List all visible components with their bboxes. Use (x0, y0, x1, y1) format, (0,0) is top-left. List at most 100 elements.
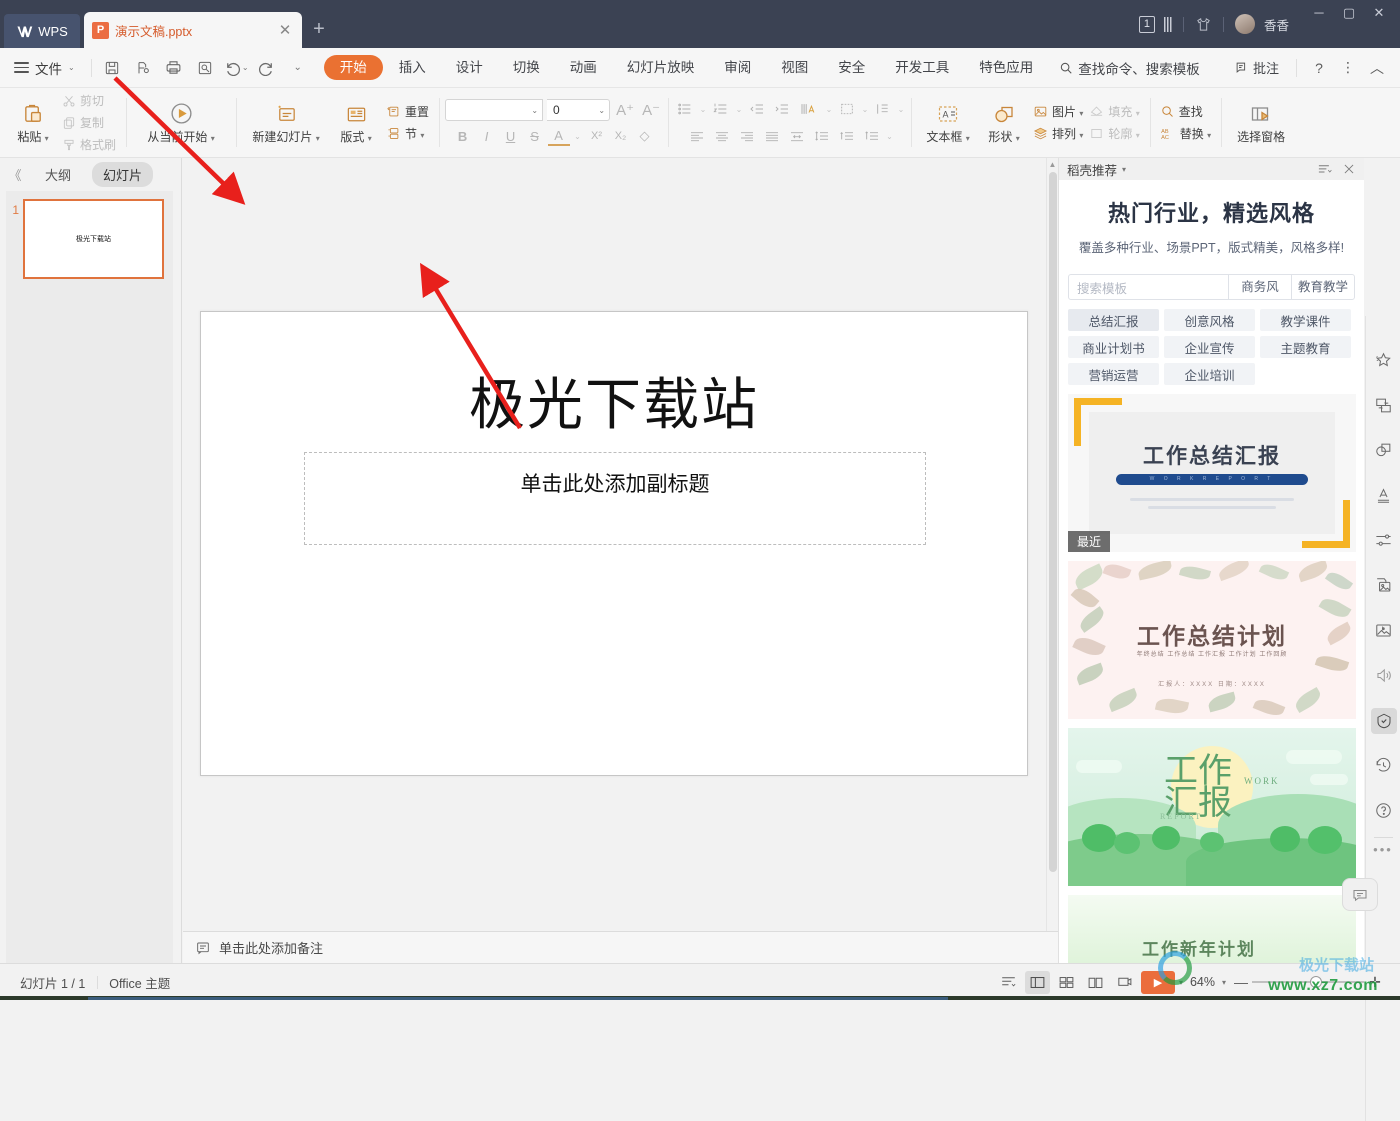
zoom-options-caret[interactable]: ▾ (1222, 978, 1226, 987)
slide-subtitle-placeholder[interactable]: 单击此处添加副标题 (304, 452, 926, 545)
help-circle-icon[interactable] (1366, 788, 1400, 833)
skin-button[interactable] (1186, 12, 1221, 36)
numbered-list-button[interactable] (709, 98, 733, 120)
tag-creative-style[interactable]: 创意风格 (1164, 309, 1255, 331)
picture-button[interactable]: 图片 ▾ (1030, 102, 1086, 121)
shape-button[interactable]: 形状 ▾ (978, 92, 1030, 154)
grow-font-button[interactable]: A⁺ (614, 100, 636, 120)
decrease-indent-button[interactable] (745, 98, 769, 120)
text-direction-button[interactable] (795, 98, 823, 120)
selection-pane-button[interactable]: 选择窗格 (1228, 92, 1294, 154)
copy-button[interactable]: 复制 (59, 113, 119, 132)
comment-button[interactable]: 批注 (1226, 58, 1287, 77)
presenter-view-button[interactable] (1112, 971, 1137, 994)
chat-support-button[interactable] (1342, 878, 1378, 911)
strikethrough-button[interactable]: S (524, 126, 546, 146)
close-window-button[interactable]: ✕ (1364, 0, 1394, 26)
italic-button[interactable]: I (476, 126, 498, 146)
convert-smartart-button[interactable] (871, 98, 895, 120)
cut-button[interactable]: 剪切 (59, 91, 119, 110)
list-options-icon[interactable] (1317, 163, 1332, 176)
text-box-button[interactable]: A 文本框 ▾ (918, 92, 978, 154)
distribute-button[interactable] (785, 125, 809, 147)
zoom-slider[interactable]: — ✛ (1230, 974, 1386, 991)
help-icon[interactable]: ? (1306, 55, 1332, 81)
slide-thumbnail-1[interactable]: 极光下载站 (23, 199, 164, 279)
replace-button[interactable]: AB AC 替换 ▾ (1157, 124, 1214, 143)
gallery-icon[interactable] (1366, 563, 1400, 608)
chevron-down-icon[interactable]: ⌄ (698, 98, 708, 120)
clear-format-button[interactable]: ◇ (634, 126, 656, 146)
arrange-button[interactable]: 排列 ▾ (1030, 124, 1086, 143)
tab-slides[interactable]: 幻灯片 (92, 162, 154, 187)
start-slideshow-button[interactable]: ▶ (1140, 970, 1175, 994)
zoom-out-button[interactable]: — (1230, 974, 1252, 990)
font-size-select[interactable]: 0 ⌄ (547, 99, 611, 121)
align-center-button[interactable] (710, 125, 734, 147)
justify-button[interactable] (760, 125, 784, 147)
close-tab-icon[interactable]: ✕ (276, 21, 294, 39)
new-slide-button[interactable]: 新建幻灯片 ▾ (243, 92, 329, 154)
superscript-button[interactable]: X² (586, 126, 608, 146)
zoom-slider-track[interactable] (1252, 976, 1364, 988)
start-from-current-button[interactable]: 从当前开始 ▾ (133, 92, 229, 154)
tab-developer[interactable]: 开发工具 (881, 55, 963, 80)
wps-home-button[interactable]: WPS (4, 14, 80, 48)
save-icon[interactable] (98, 55, 126, 81)
chevron-down-icon[interactable]: ⌄ (734, 98, 744, 120)
section-button[interactable]: 节 ▾ (383, 124, 432, 143)
tag-corporate-training[interactable]: 企业培训 (1164, 363, 1255, 385)
tab-home[interactable]: 开始 (323, 55, 383, 80)
underline-button[interactable]: U (500, 126, 522, 146)
reading-view-button[interactable] (1083, 971, 1108, 994)
tab-view[interactable]: 视图 (767, 55, 822, 80)
doc-count-group[interactable]: 1 (1130, 12, 1181, 36)
more-tools-icon[interactable]: ••• (1366, 842, 1400, 857)
tag-summary-report[interactable]: 总结汇报 (1068, 309, 1159, 331)
paste-button[interactable]: 粘贴 ▾ (7, 92, 59, 154)
tab-featured-apps[interactable]: 特色应用 (965, 55, 1047, 80)
template-panel-title[interactable]: 稻壳推荐 (1067, 160, 1117, 179)
chevron-down-icon[interactable]: ▾ (1122, 165, 1126, 174)
format-painter-button[interactable]: 格式刷 (59, 135, 119, 154)
adjust-sliders-icon[interactable] (1366, 518, 1400, 563)
reset-button[interactable]: 重置 (383, 102, 432, 121)
theme-label[interactable]: Office 主题 (97, 973, 182, 992)
slideshow-options-caret[interactable]: ▾ (1179, 978, 1183, 987)
outline-view-button[interactable] (996, 971, 1021, 994)
slide-canvas[interactable]: 极光下载站 单击此处添加副标题 (200, 311, 1028, 776)
slide-sorter-button[interactable] (1054, 971, 1079, 994)
image-icon[interactable] (1366, 608, 1400, 653)
increase-indent-button[interactable] (770, 98, 794, 120)
zoom-level-label[interactable]: 64% (1187, 975, 1218, 989)
tag-courseware[interactable]: 教学课件 (1260, 309, 1351, 331)
font-color-button[interactable]: A (547, 126, 570, 146)
slide-title-text[interactable]: 极光下载站 (201, 360, 1027, 441)
shrink-font-button[interactable]: A⁻ (640, 100, 662, 120)
tag-theme-education[interactable]: 主题教育 (1260, 336, 1351, 358)
tab-insert[interactable]: 插入 (385, 55, 440, 80)
normal-view-button[interactable] (1024, 970, 1050, 994)
tab-design[interactable]: 设计 (442, 55, 497, 80)
align-right-button[interactable] (735, 125, 759, 147)
zoom-slider-knob[interactable] (1310, 976, 1322, 988)
scrollbar-thumb[interactable] (1049, 172, 1057, 872)
new-tab-button[interactable]: + (302, 12, 336, 48)
tag-marketing[interactable]: 营销运营 (1068, 363, 1159, 385)
minimize-button[interactable]: ─ (1304, 0, 1334, 26)
chevron-down-icon[interactable]: ⌄ (860, 98, 870, 120)
template-card-1[interactable]: 工作总结汇报 W O R K R E P O R T 最近 (1068, 394, 1356, 552)
scroll-up-icon[interactable]: ▲ (1047, 158, 1058, 171)
paragraph-spacing-button[interactable] (835, 125, 859, 147)
template-search-bar[interactable]: 搜索模板 商务风 教育教学 (1068, 274, 1355, 300)
find-button[interactable]: 查找 (1157, 102, 1214, 121)
chevron-down-icon[interactable]: ⌄ (572, 126, 584, 146)
magic-star-icon[interactable] (1366, 338, 1400, 383)
column-button[interactable] (860, 125, 884, 147)
template-card-2[interactable]: 工作总结计划 年终总结 工作总结 工作汇报 工作计划 工作回顾 汇报人：XXXX… (1068, 561, 1356, 719)
subscript-button[interactable]: X₂ (610, 126, 632, 146)
tab-outline[interactable]: 大纲 (34, 162, 82, 187)
maximize-button[interactable]: ▢ (1334, 0, 1364, 26)
history-icon[interactable] (1366, 743, 1400, 788)
tag-business-plan[interactable]: 商业计划书 (1068, 336, 1159, 358)
